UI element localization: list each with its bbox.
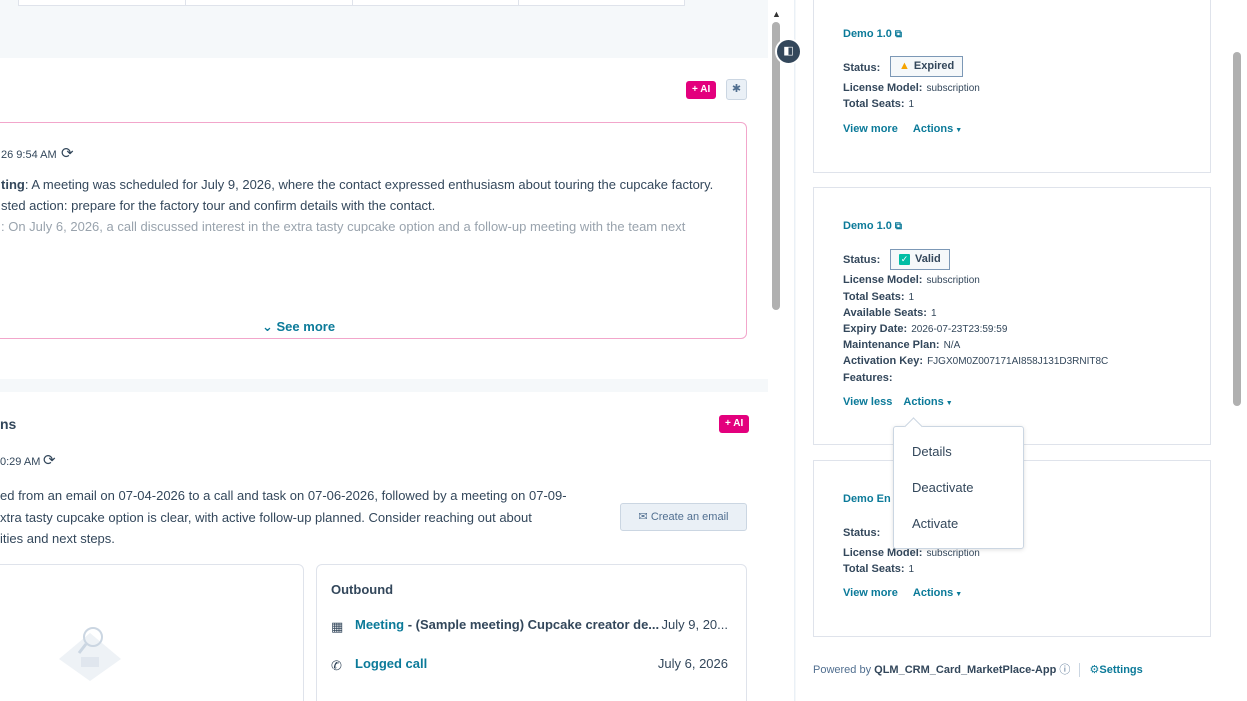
summary-timestamp: 26 9:54 AM xyxy=(1,149,57,161)
meeting-link[interactable]: Meeting - (Sample meeting) Cupcake creat… xyxy=(355,617,659,632)
outbound-title: Outbound xyxy=(331,582,394,597)
license-title-link[interactable]: Demo 1.0 ⧉ xyxy=(843,220,902,232)
scrollbar-thumb[interactable] xyxy=(1233,52,1241,406)
menu-item-details[interactable]: Details xyxy=(912,444,952,459)
available-seats-row: Available Seats: 1 xyxy=(843,307,937,319)
ai-summary-card: + AI ✱ 26 9:54 AM ⟳ ting: A meeting was … xyxy=(0,58,768,379)
total-seats-row: Total Seats: 1 xyxy=(843,98,915,110)
sidebar-scrollbar[interactable] xyxy=(1230,0,1247,701)
expiry-date-row: Expiry Date: 2026-07-23T23:59:59 xyxy=(843,323,1008,335)
menu-item-activate[interactable]: Activate xyxy=(912,516,958,531)
status-badge: ✓ Valid xyxy=(890,249,950,270)
outbound-panel: Outbound ▦ Meeting - (Sample meeting) Cu… xyxy=(316,564,747,701)
insights-card: ns + AI 0:29 AM ⟳ ed from an email on 07… xyxy=(0,392,768,701)
settings-gear-icon[interactable]: ✱ xyxy=(726,79,747,100)
regenerate-icon[interactable]: ⟳ xyxy=(43,451,56,469)
actions-dropdown[interactable]: Actions ▼ xyxy=(913,587,962,599)
create-email-button[interactable]: ✉ Create an email xyxy=(620,503,747,531)
empty-search-icon xyxy=(59,627,121,681)
license-model-row: License Model: subscription xyxy=(843,82,980,94)
info-icon[interactable]: ⓘ xyxy=(1059,664,1070,676)
logged-call-link[interactable]: Logged call xyxy=(355,656,427,671)
status-label: Status: xyxy=(843,62,881,74)
list-item[interactable]: ▦ Meeting - (Sample meeting) Cupcake cre… xyxy=(331,617,728,637)
external-link-icon: ⧉ xyxy=(894,221,903,232)
actions-menu: Details Deactivate Activate xyxy=(893,426,1024,549)
summary-line-2: sted action: prepare for the factory tou… xyxy=(1,198,436,213)
caret-down-icon: ▼ xyxy=(955,127,963,134)
insights-para-1: ed from an email on 07-04-2026 to a call… xyxy=(0,488,567,503)
list-item[interactable]: ✆ Logged call July 6, 2026 xyxy=(331,656,728,676)
status-badge: ▲ Expired xyxy=(890,56,964,77)
sidebar-footer: Powered by QLM_CRM_Card_MarketPlace-App … xyxy=(813,663,1143,678)
ai-badge: + AI xyxy=(719,415,750,433)
item-date: July 6, 2026 xyxy=(657,656,728,671)
license-title-link[interactable]: Demo En xyxy=(843,493,891,505)
caret-down-icon: ▼ xyxy=(945,400,953,407)
phone-icon: ✆ xyxy=(331,658,342,673)
actions-dropdown[interactable]: Actions ▼ xyxy=(903,396,952,408)
view-more-link[interactable]: View more xyxy=(843,587,898,599)
status-label: Status: xyxy=(843,527,881,539)
view-less-link[interactable]: View less xyxy=(843,396,892,408)
scrollbar-thumb[interactable] xyxy=(772,22,780,310)
empty-state-panel xyxy=(0,564,304,701)
license-title-link[interactable]: Demo 1.0 ⧉ xyxy=(843,28,902,40)
regenerate-icon[interactable]: ⟳ xyxy=(61,144,74,162)
insights-timestamp: 0:29 AM xyxy=(0,456,41,468)
insights-para-2: xtra tasty cupcake option is clear, with… xyxy=(0,510,532,525)
settings-link[interactable]: ⚙Settings xyxy=(1090,664,1143,676)
license-sidebar: Demo 1.0 ⧉ Status: ▲ Expired License Model… xyxy=(796,0,1247,701)
summary-box: 26 9:54 AM ⟳ ting: A meeting was schedul… xyxy=(0,122,747,339)
email-icon: ✉ xyxy=(638,511,651,523)
main-content: + AI ✱ 26 9:54 AM ⟳ ting: A meeting was … xyxy=(0,0,768,701)
caret-down-icon: ▼ xyxy=(955,591,963,598)
total-seats-row: Total Seats: 1 xyxy=(843,563,915,575)
ai-badge: + AI xyxy=(686,81,717,99)
summary-line-1: ting: A meeting was scheduled for July 9… xyxy=(1,177,714,192)
card-links: View more Actions ▼ xyxy=(843,123,962,135)
see-more-button[interactable]: ⌄ See more xyxy=(262,319,335,335)
summary-line-3: : On July 6, 2026, a call discussed inte… xyxy=(1,219,686,234)
menu-item-deactivate[interactable]: Deactivate xyxy=(912,480,973,495)
gear-icon: ⚙ xyxy=(1089,664,1100,676)
card-links: View more Actions ▼ xyxy=(843,587,962,599)
scroll-up-icon[interactable]: ▲ xyxy=(772,9,781,19)
actions-dropdown[interactable]: Actions ▼ xyxy=(913,123,962,135)
item-date: July 9, 20... xyxy=(661,617,728,632)
top-tab-strip xyxy=(18,0,685,6)
license-card: Demo 1.0 ⧉ Status: ▲ Expired License Model… xyxy=(813,0,1211,173)
warning-icon: ▲ xyxy=(899,60,910,72)
check-icon: ✓ xyxy=(899,254,910,265)
card-links: View less Actions ▼ xyxy=(843,396,953,408)
main-scrollbar[interactable]: ▲ xyxy=(768,0,795,701)
features-row: Features: xyxy=(843,372,893,384)
license-model-row: License Model: subscription xyxy=(843,274,980,286)
chevron-down-icon: ⌄ xyxy=(262,319,277,334)
status-label: Status: xyxy=(843,254,881,266)
view-more-link[interactable]: View more xyxy=(843,123,898,135)
license-card: Demo 1.0 ⧉ Status: ✓ Valid License Model: s… xyxy=(813,187,1211,445)
calendar-icon: ▦ xyxy=(331,619,344,634)
insights-title: ns xyxy=(0,416,17,432)
total-seats-row: Total Seats: 1 xyxy=(843,291,915,303)
maintenance-plan-row: Maintenance Plan: N/A xyxy=(843,339,961,351)
app-name: QLM_CRM_Card_MarketPlace-App xyxy=(874,664,1057,676)
insights-para-3: ities and next steps. xyxy=(0,531,115,546)
sidebar-toggle-button[interactable]: ◧ xyxy=(775,38,802,65)
external-link-icon: ⧉ xyxy=(894,29,903,40)
activation-key-row: Activation Key: FJGX0M0Z007171AI858J131D3… xyxy=(843,355,1109,367)
